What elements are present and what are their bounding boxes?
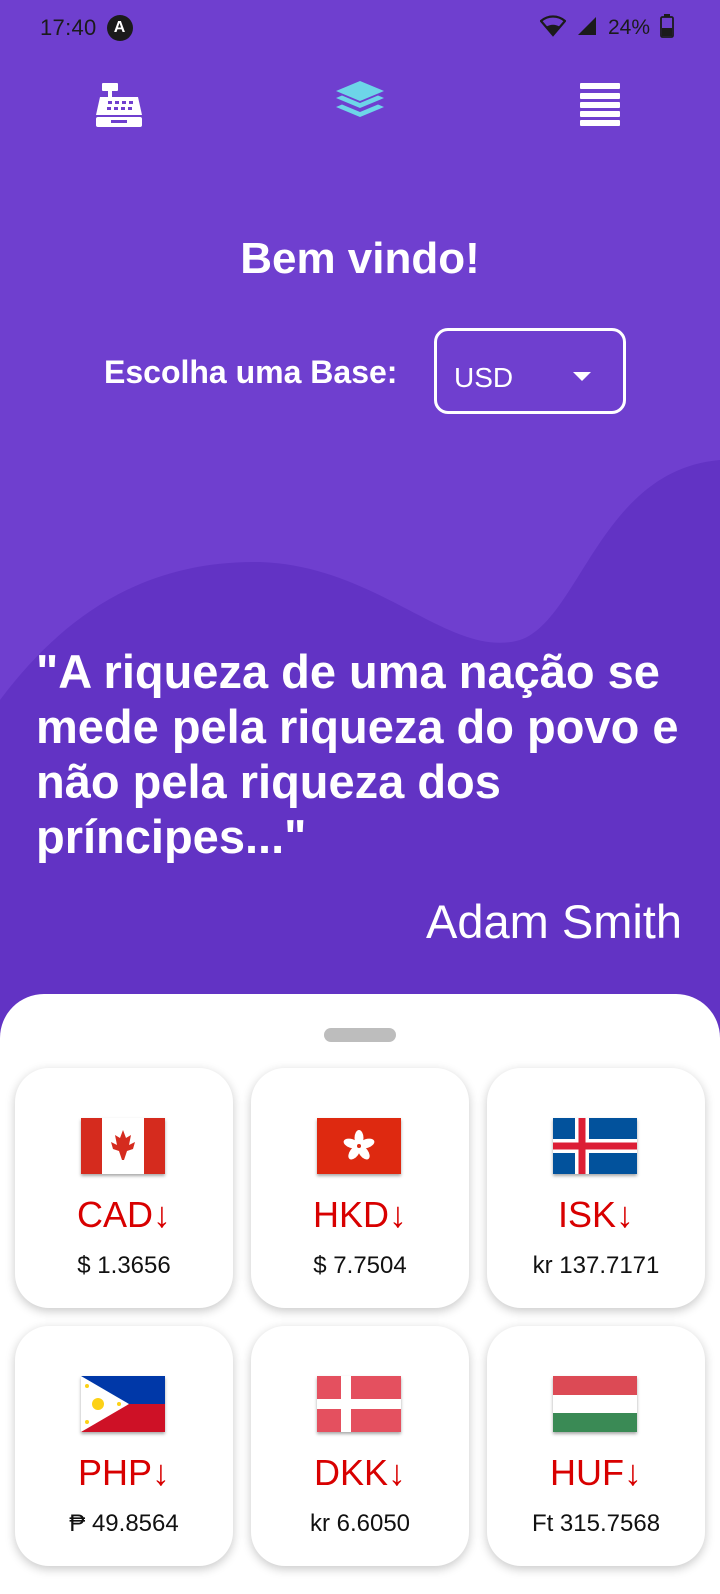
base-label: Escolha uma Base:	[104, 354, 398, 390]
currency-rate: ₱ 49.8564	[69, 1510, 179, 1537]
currency-code: PHP↓	[77, 1452, 171, 1493]
philippines-flag-icon	[81, 1376, 165, 1432]
currency-card-cad[interactable]: CAD↓ $ 1.3656	[15, 1068, 233, 1308]
layers-icon[interactable]	[325, 70, 395, 140]
currency-code: HUF↓	[550, 1452, 642, 1493]
trend-down-icon: ↓	[616, 1194, 635, 1235]
currency-rate: Ft 315.7568	[531, 1510, 661, 1537]
status-left: 17:40 A	[40, 15, 133, 41]
currency-code: ISK↓	[557, 1194, 635, 1235]
base-select-value: USD	[454, 362, 514, 393]
sheet-drag-handle[interactable]	[324, 1028, 396, 1042]
trend-down-icon: ↓	[153, 1194, 171, 1235]
top-nav	[0, 70, 720, 140]
cash-register-icon[interactable]	[85, 70, 155, 140]
battery-percent: 24%	[607, 16, 650, 39]
currency-rate: $ 7.7504	[313, 1252, 407, 1279]
currency-card-isk[interactable]: ISK↓ kr 137.7171	[487, 1068, 705, 1308]
currency-card-dkk[interactable]: DKK↓ kr 6.6050	[251, 1326, 469, 1566]
currency-card-php[interactable]: PHP↓ ₱ 49.8564	[15, 1326, 233, 1566]
currency-code: CAD↓	[76, 1194, 171, 1235]
status-right: 24%	[539, 13, 674, 43]
currency-rate: $ 1.3656	[77, 1252, 171, 1279]
trend-down-icon: ↓	[389, 1194, 407, 1235]
base-currency-select[interactable]: USD	[434, 328, 626, 414]
battery-icon	[660, 13, 674, 43]
quote-text: "A riqueza de uma nação se mede pela riq…	[36, 645, 679, 863]
dropdown-arrow-icon	[573, 372, 591, 381]
welcome-title: Bem vindo!	[240, 234, 480, 283]
currency-rate: kr 6.6050	[309, 1510, 411, 1537]
quote-author: Adam Smith	[426, 895, 682, 948]
iceland-flag-icon	[553, 1118, 637, 1174]
currency-rate: kr 137.7171	[532, 1252, 660, 1279]
hong-kong-flag-icon	[317, 1118, 401, 1174]
currency-bottom-sheet[interactable]: CAD↓ $ 1.3656 HKD↓ $ 7.7504 ISK↓ kr 137.…	[0, 994, 720, 1594]
currency-code: HKD↓	[312, 1194, 407, 1235]
menu-icon[interactable]	[565, 70, 635, 140]
signal-icon	[576, 15, 598, 42]
wifi-icon	[539, 14, 567, 42]
trend-down-icon: ↓	[388, 1452, 407, 1493]
canada-flag-icon	[81, 1118, 165, 1174]
currency-card-hkd[interactable]: HKD↓ $ 7.7504	[251, 1068, 469, 1308]
app-notification-icon: A	[106, 15, 133, 41]
hungary-flag-icon	[553, 1376, 637, 1432]
status-time: 17:40	[40, 15, 97, 40]
trend-down-icon: ↓	[624, 1452, 642, 1493]
status-bar: 17:40 A 24%	[0, 0, 720, 56]
currency-card-huf[interactable]: HUF↓ Ft 315.7568	[487, 1326, 705, 1566]
currency-code: DKK↓	[313, 1452, 407, 1493]
denmark-flag-icon	[317, 1376, 401, 1432]
base-selector-row: Escolha uma Base: USD	[0, 328, 720, 414]
trend-down-icon: ↓	[152, 1452, 171, 1493]
